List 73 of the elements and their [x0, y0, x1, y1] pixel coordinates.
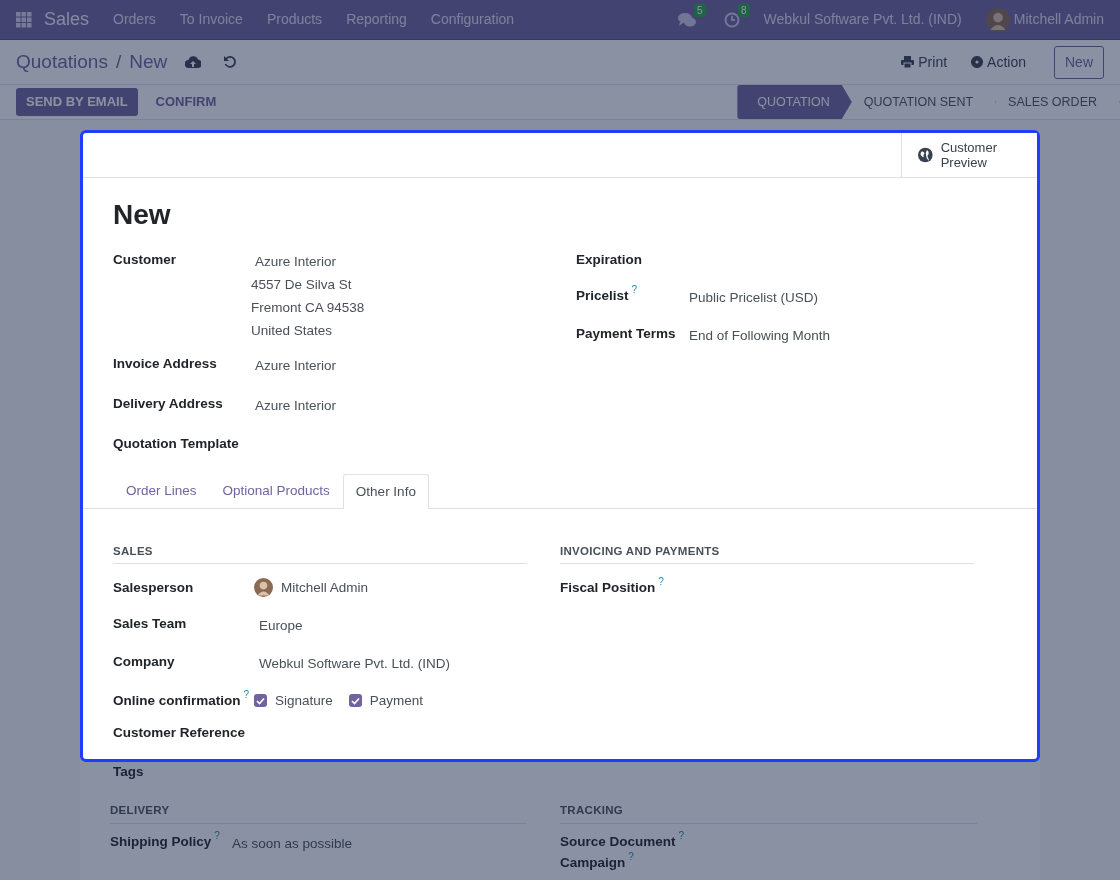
form-tab[interactable]: Other Info [342, 474, 429, 509]
undo-icon[interactable] [223, 55, 238, 69]
help-mark[interactable]: ? [658, 575, 664, 587]
count-badge: 5 [694, 3, 706, 17]
help-mark[interactable]: ? [628, 850, 634, 862]
menu-item[interactable]: Reporting [346, 9, 407, 30]
field-value[interactable]: Azure Interior [255, 355, 337, 376]
printer-icon [901, 56, 915, 68]
breadcrumb-separator: / [115, 49, 122, 74]
confirm-button[interactable]: CONFIRM [145, 88, 227, 116]
field-value[interactable]: Europe [259, 616, 303, 637]
section-header: SALES [113, 542, 527, 564]
checkbox[interactable] [348, 694, 362, 708]
field-label: Payment Terms [576, 326, 676, 342]
new-button[interactable]: New [1054, 45, 1104, 79]
field-label: Quotation Template [113, 436, 239, 452]
menu-item[interactable]: Configuration [430, 9, 515, 30]
field-label: Shipping Policy [110, 833, 212, 849]
send-email-button[interactable]: SEND BY EMAIL [16, 88, 138, 116]
field-label: Expiration [576, 251, 642, 267]
breadcrumb-current: New [129, 49, 168, 74]
field-label: Sales Team [113, 616, 187, 632]
field-label: Source Document [560, 833, 676, 849]
field-label: Invoice Address [113, 355, 217, 371]
field-value[interactable]: As soon as possible [232, 833, 353, 854]
field-value[interactable]: Webkul Software Pvt. Ltd. (IND) [259, 654, 451, 675]
field-label: Company [113, 654, 175, 670]
field-label: Online confirmation [113, 692, 241, 708]
form-tab[interactable]: Optional Products [209, 474, 343, 508]
app-name[interactable]: Sales [44, 6, 90, 33]
field-label: Salesperson [113, 579, 194, 595]
help-mark[interactable]: ? [243, 688, 250, 700]
field-label: Tags [113, 764, 144, 780]
customer-preview-button[interactable]: Customer Preview [901, 133, 1037, 177]
breadcrumb-link[interactable]: Quotations [16, 47, 108, 77]
form-tab[interactable]: Order Lines [113, 474, 210, 508]
help-mark[interactable]: ? [631, 283, 638, 295]
field-value[interactable]: Mitchell Admin [281, 577, 369, 599]
field-label: Delivery Address [113, 395, 223, 411]
avatar-icon [985, 7, 1010, 32]
checkbox-label[interactable]: Signature [275, 690, 333, 711]
field-label: Fiscal Position [560, 579, 656, 595]
section-header: DELIVERY [110, 802, 527, 824]
section-header: INVOICING AND PAYMENTS [560, 542, 974, 564]
field-label: Customer [113, 251, 176, 267]
field-value[interactable]: Azure Interior [255, 251, 365, 272]
field-label: Customer Reference [113, 724, 246, 740]
checkbox[interactable] [254, 694, 267, 708]
address-line: Fremont CA 94538 [251, 299, 365, 318]
cloud-upload-icon[interactable] [185, 55, 202, 69]
status-stage[interactable]: QUOTATION [737, 85, 852, 119]
record-title: New [113, 198, 172, 232]
checkbox-label[interactable]: Payment [369, 690, 424, 711]
count-badge: 8 [738, 3, 750, 17]
help-mark[interactable]: ? [678, 829, 685, 841]
company-name[interactable]: Webkul Software Pvt. Ltd. (IND) [763, 9, 962, 30]
field-label: Campaign [560, 854, 626, 870]
user-name[interactable]: Mitchell Admin [1013, 9, 1104, 30]
menu-item[interactable]: To Invoice [179, 9, 243, 30]
print-button[interactable]: Print [897, 49, 952, 75]
section-header: TRACKING [560, 802, 977, 824]
menu-item[interactable]: Orders [113, 9, 156, 30]
field-value[interactable]: Public Pricelist (USD) [689, 287, 819, 309]
field-label: Pricelist [576, 287, 629, 303]
address-line: 4557 De Silva St [251, 275, 353, 294]
menu-item[interactable]: Products [266, 9, 323, 30]
action-button[interactable]: Action [967, 49, 1030, 75]
avatar-icon [254, 578, 273, 598]
address-line: United States [251, 322, 334, 341]
help-mark[interactable]: ? [214, 829, 220, 841]
field-value[interactable]: Azure Interior [255, 395, 337, 417]
apps-menu-icon[interactable] [16, 11, 32, 28]
field-value[interactable]: End of Following Month [689, 326, 831, 347]
